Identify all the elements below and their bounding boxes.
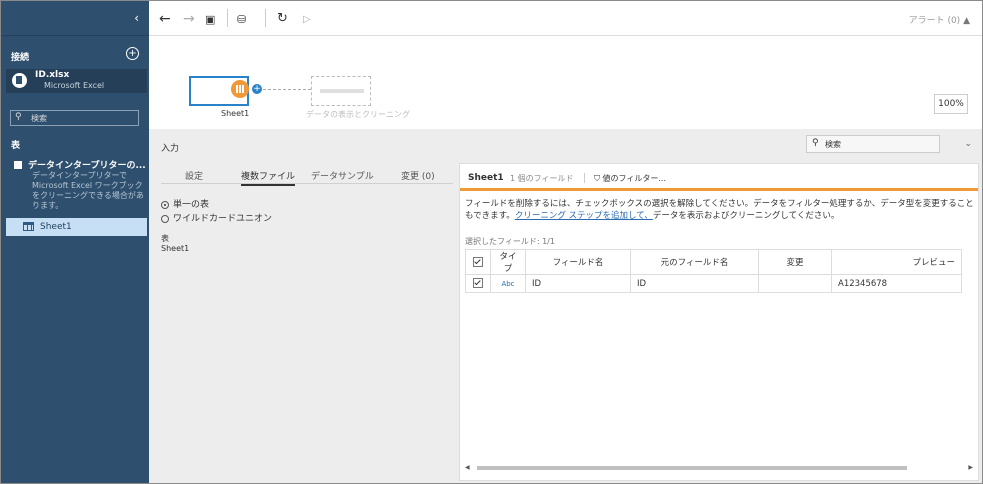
radio-wildcard-label: ワイルドカードユニオン [173, 214, 273, 224]
connection-item[interactable]: ID.xlsx Microsoft Excel [6, 69, 147, 93]
connection-type: Microsoft Excel [44, 81, 105, 90]
hint-post: データを表示およびクリーニングしてください。 [652, 211, 840, 221]
ghost-clean-label: データの表示とクリーニング [306, 110, 410, 119]
filter-values-button[interactable]: ⛉ 値のフィルター... [594, 173, 666, 184]
col-changes[interactable]: 変更 [758, 249, 832, 275]
field-name-cell[interactable]: ID [525, 274, 631, 293]
search-icon: ⚲ [812, 138, 819, 148]
collapse-sidebar-icon[interactable]: ‹ [134, 11, 139, 25]
select-all-cell[interactable] [465, 249, 491, 275]
data-interpreter-checkbox[interactable] [14, 160, 22, 169]
toolbar: ← → ▣ ⛁ ↻ ▷ アラート (0) ▲ [149, 1, 982, 36]
fields-panel: Sheet1 1 個のフィールド ⛉ 値のフィルター... フィールドを削除する… [459, 163, 979, 481]
add-connection-icon[interactable]: + [126, 47, 139, 60]
tables-heading: 表 [11, 141, 21, 151]
zoom-level[interactable]: 100% [934, 94, 968, 114]
file-icon [12, 73, 27, 88]
save-icon[interactable]: ▣ [205, 13, 215, 26]
header-divider [584, 173, 585, 183]
horizontal-scrollbar[interactable]: ◀ ▶ [465, 464, 973, 472]
panel-search-placeholder: 検索 [825, 140, 841, 149]
sheet-item-label: Sheet1 [40, 222, 72, 232]
run-icon[interactable]: ▷ [303, 14, 311, 25]
changes-cell [758, 274, 832, 293]
fields-header: Sheet1 1 個のフィールド ⛉ 値のフィルター... [460, 164, 978, 191]
refresh-icon[interactable]: ↻ [277, 11, 288, 26]
col-preview[interactable]: プレビュー [831, 249, 962, 275]
input-node-icon [231, 80, 249, 98]
hint-text: フィールドを削除するには、チェックボックスの選択を解除してください。データをフィ… [465, 198, 977, 222]
ghost-clean-step[interactable] [311, 76, 371, 106]
radio-single-label: 単一の表 [173, 200, 210, 210]
sheet-title: Sheet1 [468, 173, 504, 183]
chevron-down-icon[interactable]: ⌄ [964, 139, 972, 149]
input-panel: 入力 ⚲ 検索 ⌄ 設定 複数ファイル データサンプル 変更 (0) 単一の表 … [149, 129, 982, 483]
sidebar-header: ‹ [1, 1, 149, 36]
scroll-thumb[interactable] [477, 466, 907, 470]
table-icon [23, 222, 34, 231]
alerts-indicator[interactable]: アラート (0) ▲ [909, 13, 970, 26]
row-select-cell[interactable] [465, 274, 491, 293]
col-field-name[interactable]: フィールド名 [525, 249, 631, 275]
radio-button[interactable] [161, 214, 169, 223]
radio-single-table[interactable]: 単一の表 [161, 197, 209, 210]
filter-values-label: 値のフィルター... [602, 174, 667, 183]
search-icon: ⚲ [15, 112, 22, 122]
preview-cell: A12345678 [831, 274, 962, 293]
alerts-label: アラート (0) [908, 16, 961, 26]
connector-line [263, 89, 311, 90]
panel-title: 入力 [161, 144, 180, 154]
fields-table: タイプ フィールド名 元のフィールド名 変更 プレビュー Abc ID ID A… [465, 249, 962, 293]
toolbar-divider [227, 9, 228, 27]
input-node-label: Sheet1 [221, 109, 250, 118]
type-cell[interactable]: Abc [490, 274, 526, 293]
table-header-row: タイプ フィールド名 元のフィールド名 変更 プレビュー [465, 249, 962, 275]
forward-arrow-icon[interactable]: → [183, 11, 195, 27]
toolbar-divider [265, 9, 266, 27]
data-interpreter-description: データインタープリターで Microsoft Excel ワークブックをクリーニ… [32, 171, 144, 210]
table-value: Sheet1 [161, 244, 190, 253]
original-name-cell: ID [630, 274, 759, 293]
sidebar: ‹ 接続 + ID.xlsx Microsoft Excel ⚲ 検索 表 デー… [1, 1, 149, 483]
data-interpreter-toggle[interactable]: データインタープリターの... [14, 158, 146, 171]
connections-heading: 接続 [11, 53, 30, 63]
select-all-checkbox[interactable] [473, 256, 483, 267]
table-label: 表 [161, 234, 169, 243]
pause-update-icon[interactable]: ⛁ [237, 13, 246, 26]
string-type-icon[interactable]: Abc [501, 280, 514, 288]
radio-wildcard-union[interactable]: ワイルドカードユニオン [161, 211, 272, 224]
scroll-right-icon[interactable]: ▶ [968, 464, 973, 471]
data-interpreter-label: データインタープリターの... [28, 161, 146, 171]
selected-fields-count: 選択したフィールド: 1/1 [465, 237, 555, 246]
sidebar-search-placeholder: 検索 [31, 114, 47, 123]
connection-name: ID.xlsx [35, 70, 70, 80]
col-type[interactable]: タイプ [490, 249, 526, 275]
back-arrow-icon[interactable]: ← [159, 11, 171, 27]
tab-settings[interactable]: 設定 [185, 169, 203, 182]
field-count: 1 個のフィールド [510, 174, 574, 183]
row-checkbox[interactable] [473, 278, 483, 289]
table-row[interactable]: Abc ID ID A12345678 [465, 274, 962, 293]
add-clean-step-link[interactable]: クリーニング ステップを追加して、 [515, 211, 653, 221]
panel-search-input[interactable]: ⚲ 検索 [806, 135, 940, 153]
tab-multiple-files[interactable]: 複数ファイル [241, 169, 296, 186]
app-window: ‹ 接続 + ID.xlsx Microsoft Excel ⚲ 検索 表 デー… [0, 0, 983, 484]
radio-button[interactable] [161, 200, 169, 209]
tab-changes[interactable]: 変更 (0) [401, 169, 435, 182]
panel-tabs: 設定 複数ファイル データサンプル 変更 (0) [161, 165, 453, 186]
add-step-icon[interactable]: + [252, 84, 262, 94]
col-original-name[interactable]: 元のフィールド名 [630, 249, 759, 275]
warning-icon: ▲ [963, 16, 970, 26]
sidebar-item-sheet1[interactable]: Sheet1 [6, 218, 147, 236]
tab-data-sample[interactable]: データサンプル [311, 169, 374, 182]
sidebar-search-input[interactable]: ⚲ 検索 [10, 110, 139, 126]
flow-canvas[interactable]: + Sheet1 データの表示とクリーニング 100% [149, 36, 982, 129]
scroll-left-icon[interactable]: ◀ [465, 464, 470, 471]
filter-icon: ⛉ [594, 174, 600, 183]
